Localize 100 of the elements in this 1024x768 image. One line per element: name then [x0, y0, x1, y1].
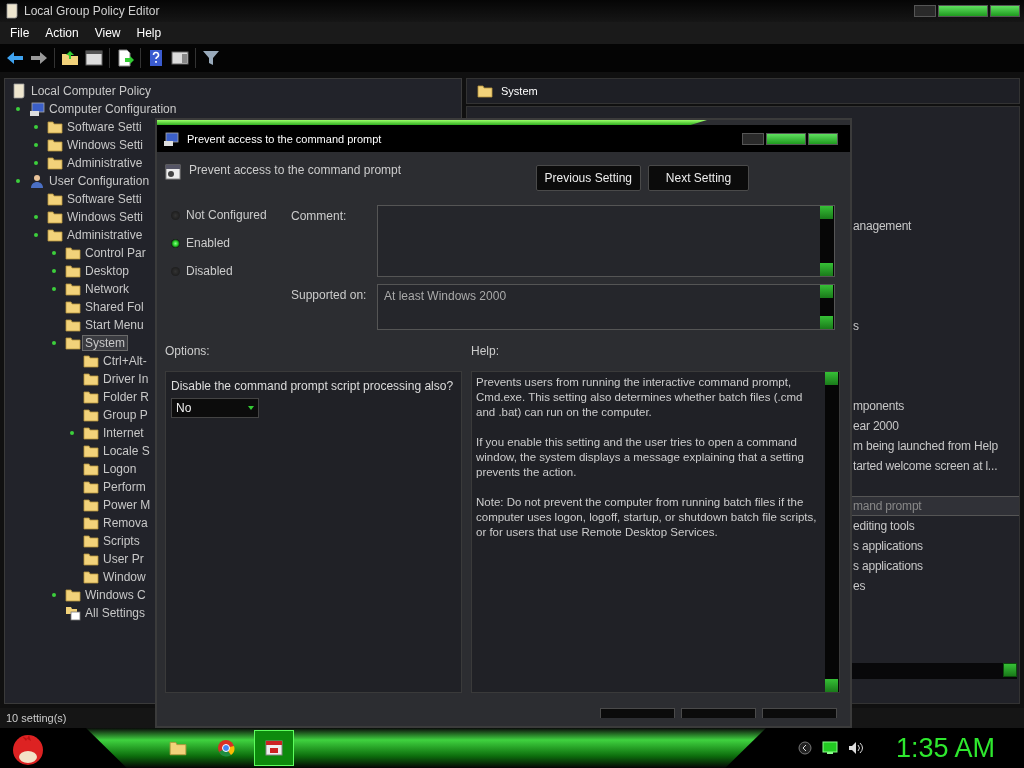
back-arrow-icon[interactable]	[6, 49, 24, 67]
nav-button[interactable]: Previous Setting	[535, 165, 641, 191]
expand-dot-icon[interactable]	[52, 287, 56, 291]
help-icon[interactable]	[147, 49, 165, 67]
menu-item[interactable]: View	[86, 26, 129, 40]
expand-dot-icon[interactable]	[34, 125, 38, 129]
expand-dot-icon[interactable]	[52, 251, 56, 255]
filter-icon[interactable]	[202, 49, 220, 67]
speaker-icon[interactable]	[848, 741, 864, 755]
tree-item[interactable]: Window	[100, 569, 149, 585]
section-label: Help:	[471, 344, 500, 358]
scroll-down-button[interactable]	[820, 316, 833, 329]
tree-item[interactable]: Logon	[100, 461, 140, 477]
comment-field[interactable]	[377, 205, 835, 277]
help-paragraph: Note: Do not prevent the computer from running batch files if the computer uses logon, logoff, startup, or shutdown batch file scripts, or for users that use Remote Desktop Services.	[476, 495, 818, 540]
tree-item[interactable]: Ctrl+Alt-	[100, 353, 150, 369]
folder-icon	[83, 389, 99, 405]
folder-icon	[65, 335, 81, 351]
tree-item[interactable]: All Settings	[82, 605, 149, 621]
tree-item[interactable]: User Configuration	[46, 173, 153, 189]
minimize-button[interactable]	[914, 5, 936, 17]
tree-item[interactable]: Remova	[100, 515, 151, 531]
tree-item[interactable]: User Pr	[100, 551, 147, 567]
scroll-up-button[interactable]	[825, 372, 838, 385]
forward-arrow-icon[interactable]	[30, 49, 48, 67]
maximize-button[interactable]	[766, 132, 806, 145]
setting-name: es	[853, 579, 866, 593]
dialog-button[interactable]	[600, 708, 675, 718]
tree-item[interactable]: Windows Setti	[64, 137, 147, 153]
browser-icon	[217, 739, 235, 757]
scroll-up-button[interactable]	[820, 285, 833, 298]
nav-button[interactable]: Next Setting	[648, 165, 749, 191]
expand-dot-icon[interactable]	[52, 341, 56, 345]
field-label: Supported on:	[291, 287, 368, 304]
radio-label[interactable]: Enabled	[186, 236, 231, 250]
tree-item[interactable]: Administrative	[64, 155, 146, 171]
dialog-button[interactable]	[681, 708, 756, 718]
expand-dot-icon[interactable]	[34, 143, 38, 147]
radio-button[interactable]	[171, 238, 180, 248]
tree-item[interactable]: Software Setti	[64, 119, 145, 135]
tree-item[interactable]: System	[82, 335, 128, 351]
scroll-up-button[interactable]	[820, 206, 833, 219]
close-button[interactable]	[808, 132, 838, 145]
tree-item[interactable]: Computer Configuration	[46, 101, 180, 117]
chevron-icon[interactable]	[798, 741, 812, 755]
tree-item[interactable]: Shared Fol	[82, 299, 147, 315]
radio-label[interactable]: Not Configured	[186, 208, 267, 222]
menu-item[interactable]: Help	[128, 26, 170, 40]
tree-item[interactable]: Start Menu	[82, 317, 147, 333]
clock[interactable]: 1:35 AM	[896, 732, 996, 764]
scroll-right-button[interactable]	[1003, 663, 1017, 677]
expand-dot-icon[interactable]	[34, 215, 38, 219]
tree-item[interactable]: Locale S	[100, 443, 153, 459]
vertical-scrollbar[interactable]	[825, 372, 839, 692]
tree-item[interactable]: Local Computer Policy	[28, 83, 155, 99]
tree-item[interactable]: Power M	[100, 497, 154, 513]
option-dropdown[interactable]: No	[171, 398, 259, 418]
tree-item[interactable]: Software Setti	[64, 191, 145, 207]
monitor-icon[interactable]	[822, 741, 838, 755]
folder-up-icon[interactable]	[61, 49, 79, 67]
expand-dot-icon[interactable]	[34, 233, 38, 237]
expand-dot-icon[interactable]	[34, 161, 38, 165]
menu-item[interactable]: File	[2, 26, 38, 40]
tree-item[interactable]: Network	[82, 281, 132, 297]
folder-icon	[47, 227, 63, 243]
export-list-icon[interactable]	[116, 49, 134, 67]
computer-icon	[163, 130, 179, 147]
tree-item[interactable]: Internet	[100, 425, 147, 441]
scroll-down-button[interactable]	[825, 679, 838, 692]
menu-item[interactable]: Action	[37, 26, 87, 40]
expand-dot-icon[interactable]	[16, 107, 20, 111]
tree-item[interactable]: Folder R	[100, 389, 152, 405]
help-paragraph: Prevents users from running the interactive command prompt, Cmd.exe. This setting also determines whether batch files (.cmd and .bat) can run on the computer.	[476, 375, 804, 420]
tree-item[interactable]: Control Par	[82, 245, 149, 261]
tree-item[interactable]: Windows C	[82, 587, 149, 603]
window-panel-icon[interactable]	[85, 49, 103, 67]
setting-name: anagement	[853, 219, 912, 233]
dialog-button[interactable]	[762, 708, 837, 718]
expand-dot-icon[interactable]	[52, 593, 56, 597]
tree-item[interactable]: Driver In	[100, 371, 152, 387]
folder-icon	[83, 497, 99, 513]
expand-dot-icon[interactable]	[52, 269, 56, 273]
radio-label[interactable]: Disabled	[186, 264, 233, 278]
scroll-down-button[interactable]	[820, 263, 833, 276]
expand-dot-icon[interactable]	[16, 179, 20, 183]
show-pane-icon[interactable]	[171, 49, 189, 67]
tree-item[interactable]: Windows Setti	[64, 209, 147, 225]
tree-item[interactable]: Administrative	[64, 227, 146, 243]
tree-item[interactable]: Scripts	[100, 533, 143, 549]
folder-icon	[83, 461, 99, 477]
tree-item[interactable]: Group P	[100, 407, 151, 423]
folder-icon	[47, 137, 63, 153]
expand-dot-icon[interactable]	[70, 431, 74, 435]
folder-icon	[65, 245, 81, 261]
folder-icon	[65, 281, 81, 297]
tree-item[interactable]: Desktop	[82, 263, 133, 279]
computer-icon	[29, 101, 45, 117]
tree-item[interactable]: Perform	[100, 479, 149, 495]
setting-name: s	[853, 319, 859, 333]
minimize-button[interactable]	[742, 132, 764, 145]
